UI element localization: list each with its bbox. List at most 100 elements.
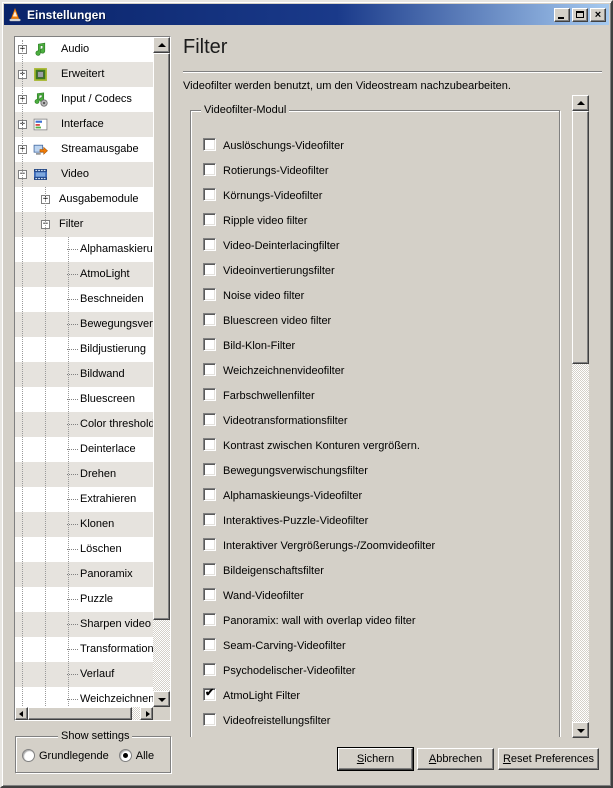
tree-scroll-down-button[interactable] (153, 691, 170, 707)
filter-checkbox[interactable] (203, 188, 216, 201)
tree-item-alphamaskierung[interactable]: Alphamaskierung (15, 237, 153, 262)
tree-item-klonen[interactable]: Klonen (15, 512, 153, 537)
filter-checkbox-label[interactable]: Alphamaskieungs-Videofilter (223, 490, 362, 502)
tree-item-input-codecs[interactable]: + Input / Codecs (15, 87, 153, 112)
filter-checkbox-label[interactable]: AtmoLight Filter (223, 690, 300, 702)
filter-checkbox-label[interactable]: Ripple video filter (223, 215, 307, 227)
tree-item-l-schen[interactable]: Löschen (15, 537, 153, 562)
tree-item-color-threshold[interactable]: Color threshold (15, 412, 153, 437)
radio-grundlegende[interactable] (22, 749, 35, 762)
minimize-button[interactable] (554, 7, 570, 22)
filter-checkbox-label[interactable]: Auslöschungs-Videofilter (223, 140, 344, 152)
filter-checkbox[interactable] (203, 238, 216, 251)
tree-scroll-thumb[interactable] (153, 53, 170, 620)
filter-checkbox-label[interactable]: Video-Deinterlacingfilter (223, 240, 340, 252)
tree-item-atmolight[interactable]: AtmoLight (15, 262, 153, 287)
filter-checkbox-label[interactable]: Körnungs-Videofilter (223, 190, 322, 202)
filter-checkbox[interactable] (203, 338, 216, 351)
filter-checkbox[interactable] (203, 588, 216, 601)
filter-checkbox[interactable] (203, 163, 216, 176)
tree-item-ausgabemodule[interactable]: + Ausgabemodule (15, 187, 153, 212)
tree-item-sharpen-video[interactable]: Sharpen video (15, 612, 153, 637)
cancel-button[interactable]: Abbrechen (417, 748, 494, 770)
tree-scroll-up-button[interactable] (153, 37, 170, 53)
tree-item-beschneiden[interactable]: Beschneiden (15, 287, 153, 312)
tree-item-bildjustierung[interactable]: Bildjustierung (15, 337, 153, 362)
tree-item-panoramix[interactable]: Panoramix (15, 562, 153, 587)
filter-checkbox[interactable] (203, 413, 216, 426)
radio-grundlegende-label[interactable]: Grundlegende (39, 750, 109, 762)
filter-row: Bildeigenschaftsfilter (191, 558, 559, 583)
filter-checkbox-label[interactable]: Weichzeichnenvideofilter (223, 365, 344, 377)
filter-checkbox[interactable] (203, 138, 216, 151)
reset-preferences-button[interactable]: Reset Preferences (498, 748, 599, 770)
tree-item-audio[interactable]: + Audio (15, 37, 153, 62)
filter-checkbox[interactable] (203, 313, 216, 326)
filter-checkbox[interactable] (203, 288, 216, 301)
tree-scroll-left-button[interactable] (15, 707, 28, 720)
tree-item-weichzeichnen[interactable]: Weichzeichnen (15, 687, 153, 707)
tree-item-interface[interactable]: + Interface (15, 112, 153, 137)
filter-checkbox[interactable] (203, 463, 216, 476)
filter-checkbox[interactable] (203, 388, 216, 401)
filter-checkbox[interactable]: ✔ (203, 687, 216, 701)
filter-checkbox-label[interactable]: Noise video filter (223, 290, 304, 302)
tree-item-extrahieren[interactable]: Extrahieren (15, 487, 153, 512)
save-button[interactable]: Sichern (337, 747, 414, 771)
main-scroll-up-button[interactable] (572, 95, 589, 111)
filter-checkbox[interactable] (203, 488, 216, 501)
tree-item-bewegungsverwischung[interactable]: Bewegungsverwischung (15, 312, 153, 337)
filter-checkbox-label[interactable]: Bluescreen video filter (223, 315, 331, 327)
filter-checkbox[interactable] (203, 613, 216, 626)
radio-alle[interactable] (118, 749, 132, 762)
radio-alle-label[interactable]: Alle (136, 750, 154, 762)
filter-checkbox[interactable] (203, 513, 216, 526)
filter-checkbox-label[interactable]: Farbschwellenfilter (223, 390, 315, 402)
filter-checkbox-label[interactable]: Psychodelischer-Videofilter (223, 665, 355, 677)
tree-item-verlauf[interactable]: Verlauf (15, 662, 153, 687)
tree-item-deinterlace[interactable]: Deinterlace (15, 437, 153, 462)
filter-checkbox-label[interactable]: Videotransformationsfilter (223, 415, 348, 427)
filter-checkbox-label[interactable]: Kontrast zwischen Konturen vergrößern. (223, 440, 420, 452)
maximize-button[interactable] (572, 7, 588, 22)
close-button[interactable]: × (590, 7, 606, 22)
filter-checkbox-label[interactable]: Seam-Carving-Videofilter (223, 640, 346, 652)
filter-checkbox-label[interactable]: Panoramix: wall with overlap video filte… (223, 615, 416, 627)
filter-checkbox-label[interactable]: Videoinvertierungsfilter (223, 265, 335, 277)
filter-checkbox-label[interactable]: Bewegungsverwischungsfilter (223, 465, 368, 477)
filter-checkbox-label[interactable]: Wand-Videofilter (223, 590, 304, 602)
filter-row: Auslöschungs-Videofilter (191, 133, 559, 158)
tree-item-drehen[interactable]: Drehen (15, 462, 153, 487)
filter-checkbox-label[interactable]: Interaktives-Puzzle-Videofilter (223, 515, 368, 527)
filter-checkbox[interactable] (203, 638, 216, 651)
tree-hscroll-thumb[interactable] (28, 707, 132, 720)
filter-checkbox[interactable] (203, 713, 216, 726)
filter-checkbox[interactable] (203, 538, 216, 551)
main-scroll-down-button[interactable] (572, 722, 589, 738)
tree-scroll-right-button[interactable] (140, 707, 153, 720)
filter-checkbox-label[interactable]: Bild-Klon-Filter (223, 340, 295, 352)
filter-checkbox-label[interactable]: Bildeigenschaftsfilter (223, 565, 324, 577)
filter-row: Video-Deinterlacingfilter (191, 233, 559, 258)
tree-item-bildwand[interactable]: Bildwand (15, 362, 153, 387)
filter-checkbox-label[interactable]: Videofreistellungsfilter (223, 715, 330, 727)
filter-checkbox[interactable] (203, 663, 216, 676)
tree-item-puzzle[interactable]: Puzzle (15, 587, 153, 612)
tree-item-label: Transformation (80, 643, 153, 655)
tree-item-streamausgabe[interactable]: + Streamausgabe (15, 137, 153, 162)
tree-item-erweitert[interactable]: + Erweitert (15, 62, 153, 87)
main-scroll-thumb[interactable] (572, 111, 589, 364)
filter-checkbox[interactable] (203, 438, 216, 451)
tree-item-video[interactable]: − Video (15, 162, 153, 187)
titlebar[interactable]: Einstellungen × (4, 4, 609, 25)
tree-item-transformation[interactable]: Transformation (15, 637, 153, 662)
tree-item-filter[interactable]: − Filter (15, 212, 153, 237)
filter-checkbox-label[interactable]: Interaktiver Vergrößerungs-/Zoomvideofil… (223, 540, 435, 552)
tree-item-bluescreen[interactable]: Bluescreen (15, 387, 153, 412)
filter-checkbox[interactable] (203, 213, 216, 226)
filter-checkbox[interactable] (203, 563, 216, 576)
filter-checkbox[interactable] (203, 363, 216, 376)
filter-checkbox-label[interactable]: Rotierungs-Videofilter (223, 165, 329, 177)
filter-checkbox[interactable] (203, 263, 216, 276)
tree-item-label: Bildwand (80, 368, 125, 380)
